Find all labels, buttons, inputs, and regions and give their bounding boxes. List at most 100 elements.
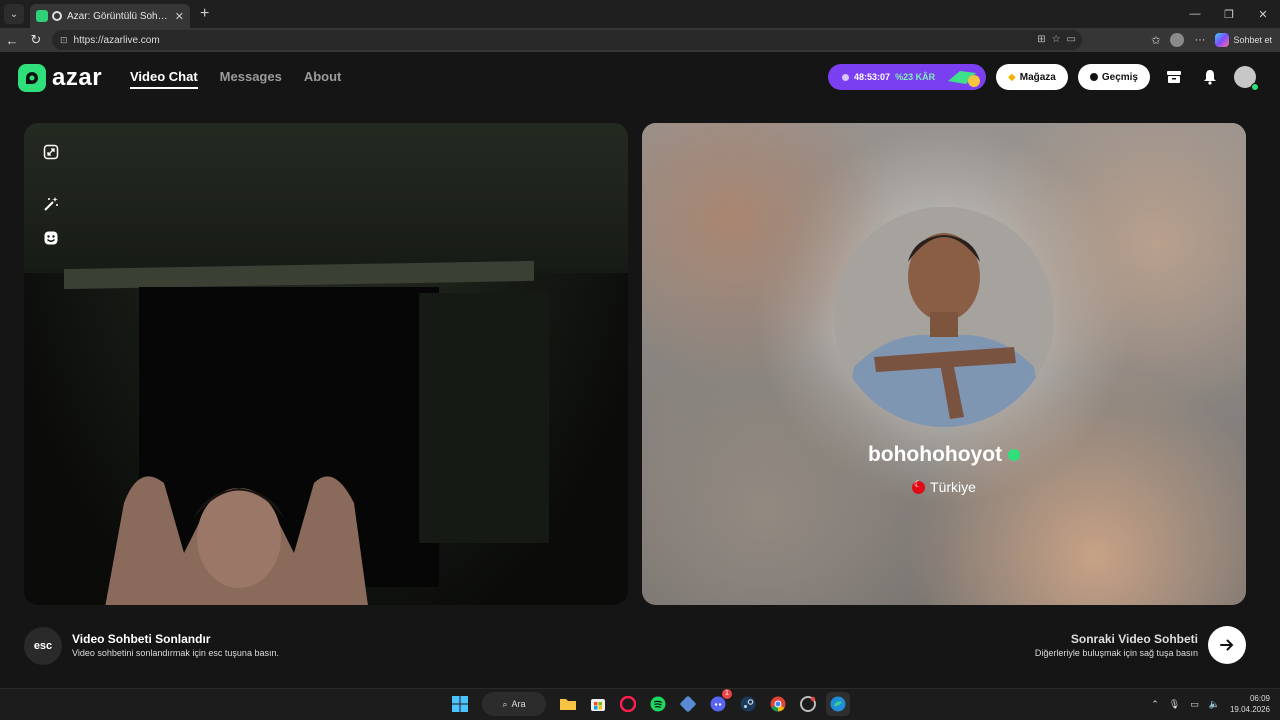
- clock-date: 19.04.2026: [1229, 705, 1270, 714]
- volume-icon[interactable]: 🔈: [1209, 699, 1220, 710]
- face-filter-icon[interactable]: [40, 227, 62, 249]
- windows-start-icon[interactable]: [448, 692, 472, 716]
- recording-icon: [52, 11, 62, 21]
- magic-wand-icon[interactable]: [40, 193, 62, 215]
- nav-about[interactable]: About: [304, 69, 342, 89]
- browser-tab-azar[interactable]: Azar: Görüntülü Sohbet & Yer ✕: [30, 4, 190, 28]
- history-label: Geçmiş: [1101, 71, 1138, 83]
- discord-icon[interactable]: 1: [706, 689, 732, 716]
- profile-avatar-icon[interactable]: [1170, 33, 1185, 47]
- next-chat-button[interactable]: [1208, 626, 1246, 664]
- nav-messages[interactable]: Messages: [220, 69, 282, 89]
- end-chat-description: Video sohbetini sonlandırmak için esc tu…: [72, 648, 279, 658]
- promo-timer: 48:53:07: [854, 72, 891, 82]
- discord-badge: 1: [722, 689, 732, 699]
- chrome-alt-icon[interactable]: [796, 692, 820, 716]
- file-explorer-icon[interactable]: [556, 692, 580, 716]
- tray-expand-icon[interactable]: ⌃: [1151, 699, 1159, 710]
- timer-icon: [842, 73, 850, 81]
- diamond-icon: ◆: [1008, 71, 1016, 83]
- close-window-button[interactable]: ✕: [1246, 0, 1280, 28]
- tab-close-icon[interactable]: ✕: [175, 10, 184, 23]
- store-label: Mağaza: [1019, 71, 1056, 83]
- tab-actions-menu[interactable]: ⌄: [4, 4, 24, 24]
- esc-key-label: esc: [33, 640, 53, 652]
- clock-time: 06:09: [1249, 694, 1270, 703]
- inbox-icon[interactable]: [1162, 65, 1186, 89]
- omnibox-actions: ⊞ ☆ ▭: [1037, 34, 1076, 45]
- microsoft-store-icon[interactable]: [586, 692, 610, 716]
- peer-country-row: Türkiye: [642, 479, 1246, 495]
- local-user-figure: [105, 476, 368, 605]
- microphone-icon[interactable]: 🎙: [1169, 699, 1180, 710]
- opera-gx-icon[interactable]: [616, 692, 640, 716]
- edge-icon[interactable]: [826, 692, 850, 716]
- site-info-icon[interactable]: ⊡: [60, 35, 68, 46]
- store-button[interactable]: ◆ Mağaza: [996, 64, 1068, 90]
- brand-name: azar: [52, 64, 103, 91]
- online-badge: [1251, 83, 1259, 91]
- azar-app: azar Video Chat Messages About 48:53:07 …: [0, 52, 1280, 688]
- end-chat-button[interactable]: esc: [24, 627, 62, 665]
- local-video-pane: [24, 123, 628, 605]
- minimize-button[interactable]: —: [1178, 0, 1212, 28]
- favorites-icon[interactable]: ✩: [1151, 34, 1160, 47]
- new-tab-button[interactable]: +: [200, 5, 209, 23]
- main-nav: Video Chat Messages About: [130, 69, 341, 89]
- windows-taskbar: ⌕ Ara 1 ⌃ 🎙 ▭ 🔈 06:09 19.04.2026: [0, 688, 1280, 720]
- peer-country: Türkiye: [930, 479, 976, 495]
- azar-logo[interactable]: azar: [18, 64, 102, 92]
- azar-logo-icon: [18, 64, 46, 92]
- notification-bell-icon[interactable]: [1198, 65, 1222, 89]
- resize-icon[interactable]: [40, 141, 62, 163]
- promo-discount: %23 KÂR: [895, 72, 936, 82]
- peer-profile-photo: [834, 207, 1054, 427]
- turkey-flag-icon: [912, 479, 926, 494]
- copilot-icon: [1215, 33, 1230, 47]
- browser-toolbar-right: ✩ ··· Sohbet et: [1151, 30, 1272, 50]
- arrow-right-icon: [1220, 639, 1234, 651]
- video-side-tools: [40, 141, 62, 249]
- search-label: Ara: [511, 699, 526, 709]
- taskbar-apps: ⌕ Ara 1: [448, 689, 850, 716]
- settings-app-icon[interactable]: [676, 692, 700, 716]
- browser-tabstrip: ⌄ Azar: Görüntülü Sohbet & Yer ✕ + — ❐ ✕: [0, 0, 1280, 28]
- gems-icon: [948, 71, 981, 87]
- azar-favicon: [36, 10, 48, 22]
- url-field[interactable]: ⊡ https://azarlive.com ⊞ ☆ ▭: [52, 30, 1082, 50]
- video-curtain: [419, 293, 549, 543]
- refresh-icon[interactable]: ↻: [24, 32, 48, 48]
- spotify-icon[interactable]: [646, 692, 670, 716]
- copilot-label: Sohbet et: [1233, 35, 1272, 45]
- network-icon[interactable]: ▭: [1190, 699, 1199, 710]
- apps-icon[interactable]: ⊞: [1037, 34, 1045, 45]
- history-button[interactable]: Geçmiş: [1077, 64, 1150, 90]
- maximize-button[interactable]: ❐: [1212, 0, 1246, 28]
- taskbar-clock[interactable]: 06:09 19.04.2026: [1230, 693, 1270, 715]
- system-tray: ⌃ 🎙 ▭ 🔈 06:09 19.04.2026: [1151, 693, 1270, 715]
- next-chat-description: Diğerleriyle buluşmak için sağ tuşa bası…: [1034, 648, 1198, 658]
- header-actions: 48:53:07 %23 KÂR ◆ Mağaza Geçmiş: [828, 64, 1259, 91]
- address-bar: ← ↻ ⊡ https://azarlive.com ⊞ ☆ ▭ ✩ ··· S…: [0, 28, 1280, 52]
- clock-icon: [1089, 73, 1098, 81]
- tab-title: Azar: Görüntülü Sohbet & Yer: [67, 10, 171, 22]
- more-options-icon[interactable]: ···: [1194, 34, 1205, 46]
- promo-banner[interactable]: 48:53:07 %23 KÂR: [828, 64, 987, 90]
- search-icon: ⌕: [502, 698, 508, 709]
- verified-badge-icon: [1008, 449, 1021, 461]
- chrome-icon[interactable]: [766, 692, 790, 716]
- url-text: https://azarlive.com: [73, 34, 160, 46]
- steam-icon[interactable]: [736, 692, 760, 716]
- nav-video-chat[interactable]: Video Chat: [130, 69, 198, 89]
- video-ceiling: [24, 123, 628, 273]
- favorite-star-icon[interactable]: ☆: [1052, 34, 1061, 45]
- end-chat-title: Video Sohbeti Sonlandır: [72, 632, 211, 646]
- taskbar-search[interactable]: ⌕ Ara: [482, 692, 546, 716]
- camera-icon[interactable]: ▭: [1067, 34, 1076, 45]
- next-chat-title: Sonraki Video Sohbeti: [1070, 632, 1198, 646]
- user-avatar[interactable]: [1234, 66, 1259, 91]
- back-icon[interactable]: ←: [0, 33, 24, 48]
- remote-video-pane: bohohohoyot Türkiye: [642, 123, 1246, 605]
- copilot-button[interactable]: Sohbet et: [1215, 33, 1272, 47]
- peer-name: bohohohoyot: [867, 443, 1003, 466]
